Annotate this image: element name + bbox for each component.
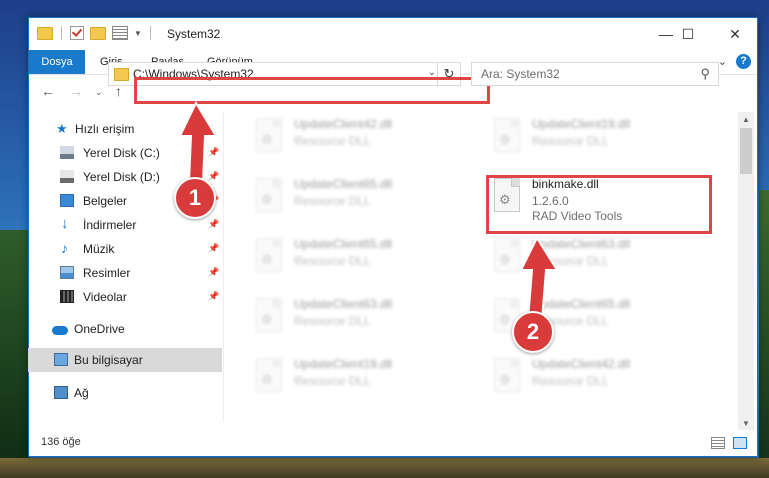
step-badge-2: 2 — [512, 311, 554, 353]
arrow-to-file — [519, 235, 559, 321]
step-badge-1: 1 — [174, 177, 216, 219]
arrow-to-address-bar — [178, 100, 218, 183]
annotation-arrows — [178, 100, 559, 321]
